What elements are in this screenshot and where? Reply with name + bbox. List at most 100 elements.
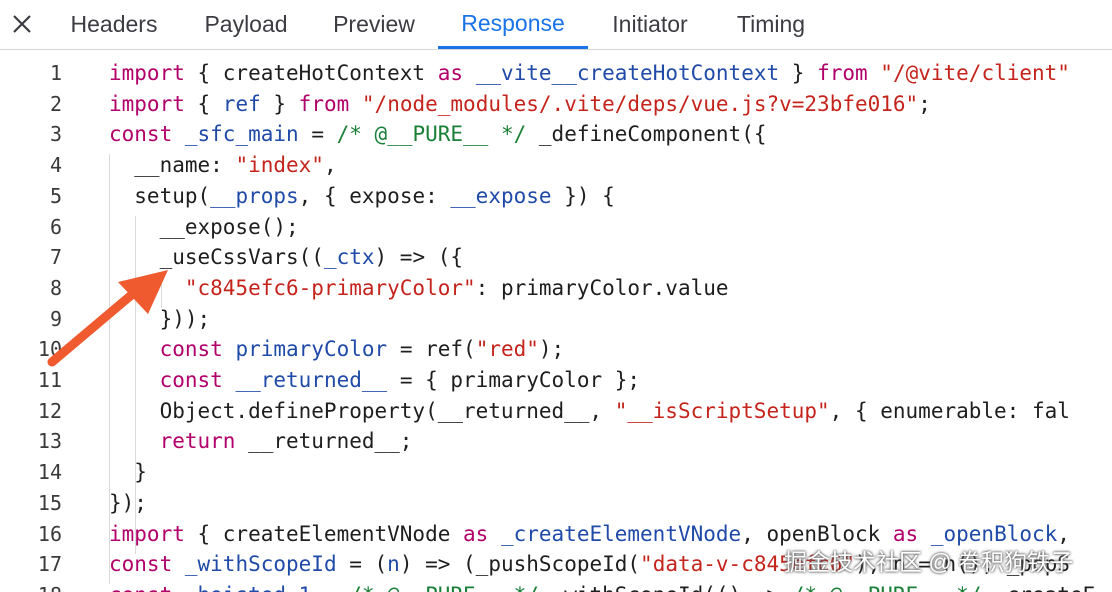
code-token: "__isScriptSetup" [614,398,830,423]
code-text: } [109,457,147,488]
code-token: { [184,91,223,116]
code-text: const _hoisted_1 = /* @__PURE__ */ _with… [109,580,1095,592]
code-token: _createElementVNode [500,521,742,546]
code-token: from [817,61,868,85]
code-token: import [109,61,185,85]
code-token: return [159,429,236,454]
code-token: = { primaryColor }; [387,368,641,392]
tab-timing[interactable]: Timing [716,0,826,49]
code-token: ) => ({ [374,245,464,270]
code-token: }); [109,490,147,515]
code-text: import { createHotContext as __vite__cre… [109,58,1070,89]
code-token: , [1057,521,1070,546]
code-text: "c845efc6-primaryColor": primaryColor.va… [109,273,729,304]
line-number[interactable]: 1 [0,58,62,89]
code-token: _defineComponent({ [526,122,767,147]
line-number[interactable]: 15 [0,488,62,519]
line-number[interactable]: 6 [0,212,62,243]
code-token: ) => (_pushScopeId( [399,552,641,577]
code-token: _hoisted_1 [185,583,311,592]
code-token: , [323,153,337,178]
code-line: 7 _useCssVars((_ctx) => ({ [0,242,1112,273]
devtools-tab-bar: Headers Payload Preview Response Initiat… [0,0,1112,50]
line-number[interactable]: 14 [0,457,62,488]
close-icon [13,15,31,33]
code-token: ); [538,337,565,362]
code-token: { createHotContext [184,61,438,85]
code-token: as [892,521,919,546]
code-token: __vite__createHotContext [475,61,780,85]
code-token: as [463,521,489,546]
line-number[interactable]: 3 [0,119,62,150]
code-token: , { expose: [298,183,451,208]
code-text: const _sfc_main = /* @__PURE__ */ _defin… [109,119,766,150]
line-number[interactable]: 2 [0,89,62,120]
code-token: from [298,91,350,116]
arrow-annotation-icon [47,270,168,367]
line-number[interactable]: 18 [0,580,62,592]
tab-preview[interactable]: Preview [312,0,436,49]
line-number[interactable]: 4 [0,150,62,181]
code-token: } [109,460,147,485]
line-number[interactable]: 12 [0,396,62,427]
code-token: , openBlock [741,521,893,546]
code-token: __expose [450,183,552,208]
line-number[interactable]: 16 [0,519,62,550]
code-token: } [779,61,818,85]
code-line: 13 return __returned__; [0,426,1112,457]
code-line: 12 Object.defineProperty(__returned__, "… [0,396,1112,427]
code-text: Object.defineProperty(__returned__, "__i… [109,396,1070,427]
code-token: "red" [475,337,539,362]
code-token: ref [222,91,261,116]
code-token: , { enumerable: fal [829,398,1070,423]
watermark: 掘金技术社区 @ 卷积狗铁子 [784,549,1074,575]
tab-payload[interactable]: Payload [182,0,310,49]
line-number[interactable]: 13 [0,426,62,457]
code-token: import [109,91,185,116]
code-line: 6 __expose(); [0,212,1112,243]
code-token: = [298,122,337,147]
line-number[interactable]: 5 [0,181,62,212]
code-token: : primaryColor.value [475,275,729,300]
line-number[interactable]: 7 [0,242,62,273]
tab-response[interactable]: Response [438,0,588,49]
tab-initiator[interactable]: Initiator [592,0,708,49]
code-token: __returned__; [235,429,413,454]
code-token: import [109,521,185,546]
code-token: = ( [336,552,388,577]
close-button[interactable] [6,8,38,40]
code-token: "c845efc6-primaryColor" [184,275,476,300]
code-line: 5 setup(__props, { expose: __expose }) { [0,181,1112,212]
code-token: ; [918,91,931,116]
code-token: _useCssVars(( [109,245,324,270]
line-number[interactable]: 17 [0,549,62,580]
code-text: setup(__props, { expose: __expose }) { [109,181,614,212]
code-token: "/node_modules/.vite/deps/vue.js?v=23bfe… [361,91,919,116]
code-token: _withScopeId(() => [539,583,792,592]
code-line: 15}); [0,488,1112,519]
code-token: __expose(); [109,214,299,239]
tab-headers[interactable]: Headers [50,0,178,49]
code-token: const [109,583,172,592]
code-token: const [109,122,173,147]
code-line: 14 } [0,457,1112,488]
code-token: = ref( [387,337,476,362]
code-token: /* @__PURE__ */ [336,122,527,147]
code-text: __name: "index", [109,150,337,181]
code-line: 1 import { createHotContext as __vite__cr… [0,58,1112,89]
code-token: const [109,552,173,577]
code-token: as [437,61,464,85]
code-text: }); [109,488,147,519]
code-text: _useCssVars((_ctx) => ({ [109,242,463,273]
code-token: /* @__PURE__ */ [792,583,982,592]
code-token: _withScopeId [184,552,337,577]
